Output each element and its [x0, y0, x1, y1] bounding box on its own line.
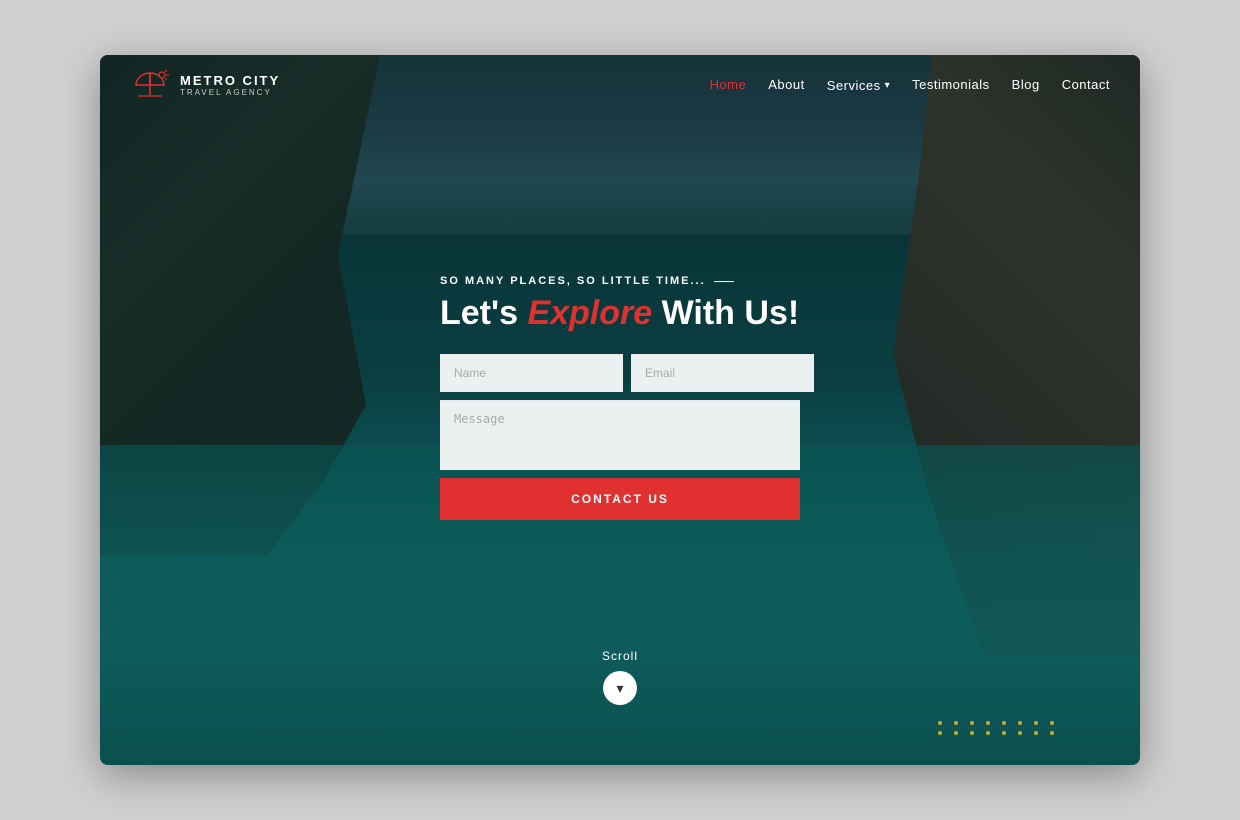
dot: [1018, 721, 1022, 725]
nav-item-home[interactable]: Home: [710, 76, 747, 94]
dot: [1034, 731, 1038, 735]
dot: [970, 731, 974, 735]
hero-tagline: SO MANY PLACES, SO LITTLE TIME...: [440, 275, 800, 287]
form-row-top: [440, 354, 800, 392]
nav-link-contact[interactable]: Contact: [1062, 77, 1110, 92]
hero-title: Let's Explore With Us!: [440, 295, 800, 332]
name-input[interactable]: [440, 354, 623, 392]
dot: [986, 731, 990, 735]
nav-link-about[interactable]: About: [768, 77, 804, 92]
scroll-button[interactable]: ▾: [603, 671, 637, 705]
dot-pattern: [938, 721, 1060, 735]
hero-title-end: With Us!: [652, 294, 799, 332]
dot: [970, 721, 974, 725]
nav-item-about[interactable]: About: [768, 76, 804, 94]
message-input[interactable]: [440, 400, 800, 470]
dot: [954, 731, 958, 735]
nav-links: Home About Services Testimonials Blog Co…: [710, 76, 1110, 94]
hero-section: METRO CITY TRAVEL AGENCY Home About Serv…: [100, 55, 1140, 765]
navbar: METRO CITY TRAVEL AGENCY Home About Serv…: [100, 55, 1140, 115]
nav-link-testimonials[interactable]: Testimonials: [912, 77, 990, 92]
dot: [938, 731, 942, 735]
scroll-arrow-icon: ▾: [616, 680, 623, 697]
contact-form: CONTACT US: [440, 354, 800, 520]
nav-item-services[interactable]: Services: [827, 78, 890, 93]
contact-us-button[interactable]: CONTACT US: [440, 478, 800, 520]
dot: [1050, 731, 1054, 735]
browser-frame: METRO CITY TRAVEL AGENCY Home About Serv…: [100, 55, 1140, 765]
dot: [954, 721, 958, 725]
nav-item-blog[interactable]: Blog: [1012, 76, 1040, 94]
nav-item-testimonials[interactable]: Testimonials: [912, 76, 990, 94]
nav-link-services[interactable]: Services: [827, 78, 890, 93]
dot: [1002, 731, 1006, 735]
logo-title: METRO CITY: [180, 73, 280, 88]
dot: [938, 721, 942, 725]
logo-subtitle: TRAVEL AGENCY: [180, 88, 280, 97]
scroll-label: Scroll: [602, 649, 638, 663]
dot: [1034, 721, 1038, 725]
nav-link-blog[interactable]: Blog: [1012, 77, 1040, 92]
logo[interactable]: METRO CITY TRAVEL AGENCY: [130, 65, 280, 105]
nav-item-contact[interactable]: Contact: [1062, 76, 1110, 94]
logo-icon: [130, 65, 170, 105]
nav-link-home[interactable]: Home: [710, 77, 747, 92]
email-input[interactable]: [631, 354, 814, 392]
hero-title-start: Let's: [440, 294, 527, 332]
hero-title-highlight: Explore: [527, 294, 652, 332]
dot: [1050, 721, 1054, 725]
scroll-indicator: Scroll ▾: [602, 649, 638, 705]
dot: [1002, 721, 1006, 725]
logo-text: METRO CITY TRAVEL AGENCY: [180, 73, 280, 97]
dot: [1018, 731, 1022, 735]
dot: [986, 721, 990, 725]
hero-content: SO MANY PLACES, SO LITTLE TIME... Let's …: [440, 275, 800, 520]
